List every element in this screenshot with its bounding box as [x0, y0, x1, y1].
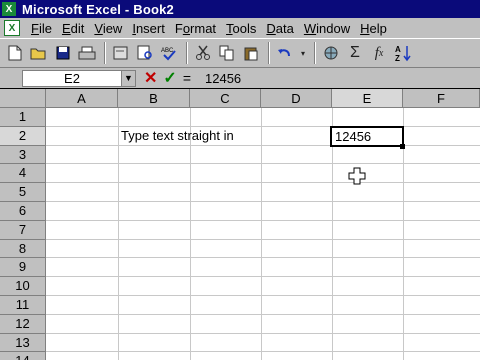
gridline — [190, 108, 191, 360]
row-header-2[interactable]: 2 — [0, 126, 46, 146]
toolbar-separator — [186, 42, 188, 64]
open-icon[interactable] — [28, 42, 50, 64]
row-header-5[interactable]: 5 — [0, 183, 46, 202]
excel-app-icon[interactable]: X — [2, 2, 16, 16]
menu-format[interactable]: Format — [170, 21, 221, 36]
gridline — [46, 332, 480, 334]
active-cell-e2[interactable]: 12456 — [330, 126, 404, 147]
menu-insert[interactable]: Insert — [127, 21, 170, 36]
gridline — [46, 201, 480, 202]
cell-b2[interactable]: Type text straight in — [121, 128, 234, 143]
column-header-a[interactable]: A — [46, 89, 118, 108]
menu-view[interactable]: View — [89, 21, 127, 36]
gridline — [46, 295, 480, 296]
paste-icon[interactable] — [240, 42, 262, 64]
row-header-13[interactable]: 13 — [0, 333, 46, 353]
worksheet-grid[interactable]: A B C D E F 1234567891011121314 Type tex… — [0, 89, 480, 360]
menu-help[interactable]: Help — [355, 21, 392, 36]
menu-tools[interactable]: Tools — [221, 21, 261, 36]
gridline — [46, 313, 480, 315]
menu-bar: X File Edit View Insert Format Tools Dat… — [0, 18, 480, 38]
cell-select-cursor-icon — [348, 167, 366, 185]
spell-check-icon[interactable]: ABC — [158, 42, 180, 64]
toolbar-separator — [314, 42, 316, 64]
svg-text:A: A — [395, 45, 401, 54]
svg-text:Z: Z — [395, 54, 400, 62]
column-header-e[interactable]: E — [332, 89, 403, 108]
gridline — [46, 182, 480, 184]
gridline — [46, 125, 480, 127]
gridline — [46, 144, 480, 146]
title-bar: X Microsoft Excel - Book2 — [0, 0, 480, 18]
row-header-12[interactable]: 12 — [0, 314, 46, 334]
row-header-1[interactable]: 1 — [0, 108, 46, 127]
window-title: Microsoft Excel - Book2 — [22, 1, 174, 17]
gridline — [46, 163, 480, 165]
column-header-d[interactable]: D — [261, 89, 332, 108]
workbook-icon[interactable]: X — [4, 20, 20, 36]
gridline — [46, 351, 480, 353]
cancel-entry-icon[interactable]: ✕ — [144, 68, 157, 88]
undo-dropdown-icon[interactable]: ▾ — [298, 42, 308, 64]
cell-e2-value: 12456 — [335, 129, 372, 144]
column-header-c[interactable]: C — [190, 89, 261, 108]
function-icon[interactable]: fx — [368, 42, 390, 64]
name-box[interactable]: E2 — [22, 69, 122, 87]
new-icon[interactable] — [4, 42, 26, 64]
menu-file[interactable]: File — [26, 21, 57, 36]
row-header-6[interactable]: 6 — [0, 202, 46, 221]
gridline — [46, 238, 480, 240]
autosum-icon[interactable]: Σ — [344, 42, 366, 64]
name-box-dropdown-icon[interactable]: ▼ — [122, 69, 136, 87]
toolbar-separator — [268, 42, 270, 64]
web-icon[interactable] — [320, 42, 342, 64]
row-header-8[interactable]: 8 — [0, 239, 46, 259]
print-icon[interactable] — [76, 42, 98, 64]
enter-entry-icon[interactable]: ✓ — [163, 68, 176, 88]
gridline — [261, 108, 262, 360]
spelling-icon[interactable] — [134, 42, 156, 64]
print-preview-icon[interactable] — [110, 42, 132, 64]
formula-input[interactable]: 12456 — [205, 71, 241, 86]
gridline — [46, 219, 480, 221]
menu-data[interactable]: Data — [261, 21, 298, 36]
menu-edit[interactable]: Edit — [57, 21, 89, 36]
column-header-f[interactable]: F — [403, 89, 480, 108]
row-header-9[interactable]: 9 — [0, 258, 46, 278]
row-header-14[interactable]: 14 — [0, 352, 46, 360]
row-header-11[interactable]: 11 — [0, 296, 46, 315]
toolbar-separator — [104, 42, 106, 64]
formula-bar: E2 ▼ ✕ ✓ = 12456 — [0, 68, 480, 88]
save-icon[interactable] — [52, 42, 74, 64]
sort-ascending-icon[interactable]: AZ — [392, 42, 414, 64]
undo-icon[interactable] — [274, 42, 296, 64]
menu-window[interactable]: Window — [299, 21, 355, 36]
fill-handle[interactable] — [400, 144, 405, 149]
cut-icon[interactable] — [192, 42, 214, 64]
select-all-corner[interactable] — [0, 89, 46, 108]
gridline — [118, 108, 119, 360]
standard-toolbar: ABC ▾ Σ fx AZ — [0, 38, 480, 68]
gridline — [46, 257, 480, 259]
column-header-b[interactable]: B — [118, 89, 190, 108]
gridline — [46, 276, 480, 278]
copy-icon[interactable] — [216, 42, 238, 64]
edit-formula-icon[interactable]: = — [183, 70, 191, 86]
row-header-3[interactable]: 3 — [0, 145, 46, 165]
row-header-10[interactable]: 10 — [0, 277, 46, 296]
row-header-4[interactable]: 4 — [0, 164, 46, 184]
row-header-7[interactable]: 7 — [0, 220, 46, 240]
